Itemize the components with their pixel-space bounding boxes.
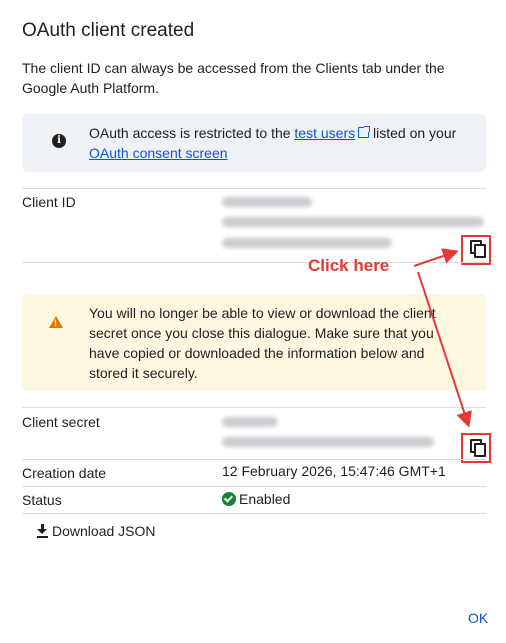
arrow-to-client-secret-copy [417,271,472,428]
oauth-client-created-dialog: OAuth client created The client ID can a… [0,0,506,643]
annotation-arrows [413,248,472,428]
arrow-to-client-id-copy [413,248,459,267]
